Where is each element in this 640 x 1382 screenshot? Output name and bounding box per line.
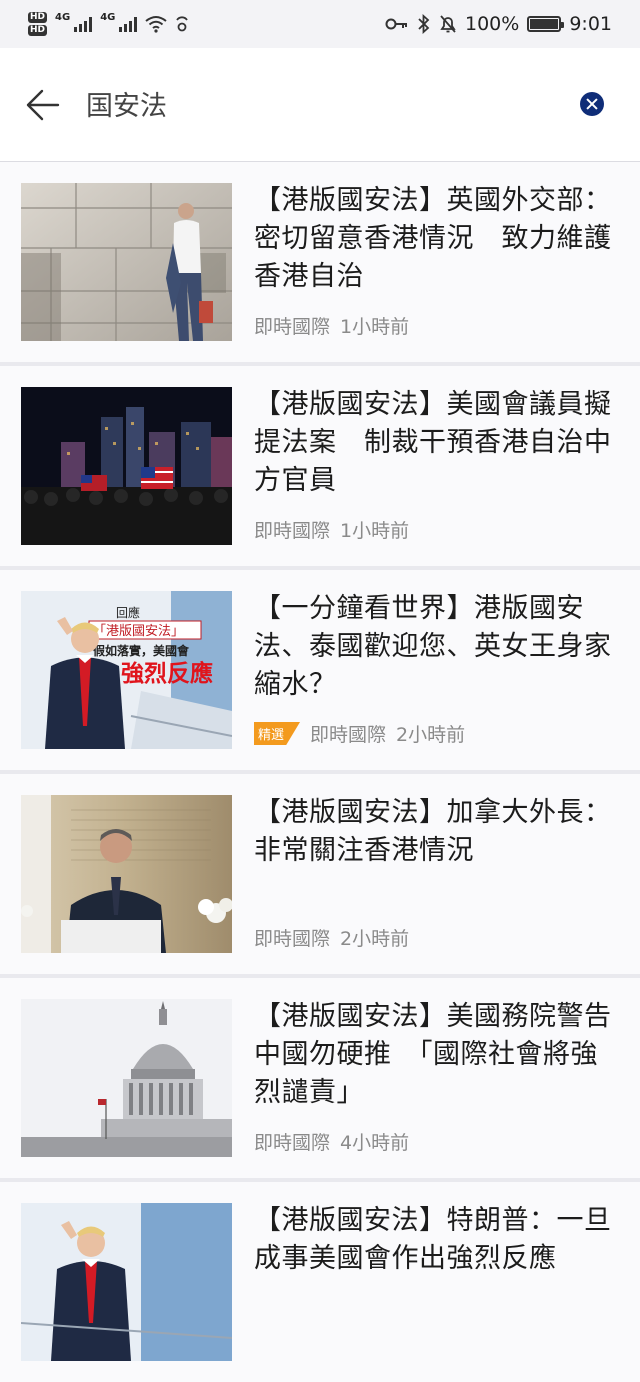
mute-bell-icon — [440, 15, 456, 33]
list-item[interactable]: 回應 「港版國安法」 假如落實，美國會 強烈反應 【一分鐘看世界】港版國安法、泰… — [0, 570, 640, 770]
article-thumbnail — [21, 999, 232, 1157]
thumb-caption: 「港版國安法」 — [93, 624, 184, 639]
thumb-caption: 強烈反應 — [121, 660, 213, 687]
list-item[interactable]: 【港版國安法】加拿大外長：非常關注香港情況 即時國際 2小時前 — [0, 774, 640, 974]
article-meta: 精選 即時國際 2小時前 — [254, 720, 465, 747]
article-meta: 即時國際 2小時前 — [254, 924, 409, 951]
clock: 9:01 — [569, 13, 612, 35]
article-thumbnail — [21, 183, 232, 341]
news-graphic-photo: 回應 「港版國安法」 假如落實，美國會 強烈反應 — [21, 591, 232, 749]
article-thumbnail — [21, 387, 232, 545]
search-input[interactable]: 国安法 — [86, 84, 167, 123]
article-title[interactable]: 【港版國安法】英國外交部：密切留意香港情況 致力維護香港自治 — [254, 182, 620, 296]
article-title[interactable]: 【港版國安法】美國會議員擬提法案 制裁干預香港自治中方官員 — [254, 386, 620, 500]
article-category: 即時國際 — [310, 724, 387, 746]
wifi-icon — [145, 16, 167, 33]
status-right: 100% 9:01 — [385, 13, 612, 35]
battery-icon — [527, 16, 565, 32]
list-item[interactable]: 【港版國安法】美國務院警告中國勿硬推 「國際社會將強烈譴責」 即時國際 4小時前 — [0, 978, 640, 1178]
article-category: 即時國際 — [254, 520, 331, 542]
signal-icon-2 — [119, 16, 138, 32]
article-time: 4小時前 — [340, 1132, 410, 1154]
article-thumbnail — [21, 1203, 232, 1361]
article-time: 2小時前 — [396, 724, 466, 746]
nfc-icon — [176, 16, 189, 32]
list-item[interactable]: 【港版國安法】英國外交部：密切留意香港情況 致力維護香港自治 即時國際 1小時前 — [0, 162, 640, 362]
network-label-1: 4G — [55, 12, 71, 23]
bluetooth-icon — [418, 14, 430, 34]
article-thumbnail: 回應 「港版國安法」 假如落實，美國會 強烈反應 — [21, 591, 232, 749]
key-icon — [385, 18, 407, 30]
speaker-photo — [21, 1203, 232, 1361]
article-thumbnail — [21, 795, 232, 953]
article-time: 1小時前 — [340, 316, 410, 338]
status-left: HD HD 4G 4G — [28, 12, 189, 36]
thumb-caption: 假如落實，美國會 — [93, 643, 190, 658]
article-title[interactable]: 【港版國安法】美國務院警告中國勿硬推 「國際社會將強烈譴責」 — [254, 998, 620, 1112]
capitol-photo — [21, 999, 232, 1157]
signal-icon — [74, 16, 93, 32]
search-header: 国安法 — [0, 48, 640, 162]
article-title[interactable]: 【一分鐘看世界】港版國安法、泰國歡迎您、英女王身家縮水？ — [254, 590, 620, 704]
stone-building-photo — [21, 183, 232, 341]
back-arrow-icon[interactable] — [24, 86, 62, 124]
featured-badge: 精選 — [254, 722, 301, 745]
article-meta: 即時國際 1小時前 — [254, 312, 409, 339]
article-time: 2小時前 — [340, 928, 410, 950]
thumb-caption: 回應 — [116, 605, 140, 620]
status-bar: HD HD 4G 4G 100% 9:01 — [0, 0, 640, 48]
article-meta: 即時國際 1小時前 — [254, 516, 409, 543]
article-category: 即時國際 — [254, 928, 331, 950]
article-meta: 即時國際 4小時前 — [254, 1128, 409, 1155]
network-label-2: 4G — [100, 12, 116, 23]
article-time: 1小時前 — [340, 520, 410, 542]
list-item[interactable]: 【港版國安法】特朗普：一旦成事美國會作出強烈反應 — [0, 1182, 640, 1382]
list-item[interactable]: 【港版國安法】美國會議員擬提法案 制裁干預香港自治中方官員 即時國際 1小時前 — [0, 366, 640, 566]
minister-photo — [21, 795, 232, 953]
article-title[interactable]: 【港版國安法】加拿大外長：非常關注香港情況 — [254, 794, 620, 870]
article-title[interactable]: 【港版國安法】特朗普：一旦成事美國會作出強烈反應 — [254, 1202, 620, 1278]
hd-icon: HD HD — [28, 12, 48, 36]
clear-search-icon[interactable] — [580, 92, 604, 116]
battery-percent: 100% — [465, 13, 520, 35]
article-category: 即時國際 — [254, 1132, 331, 1154]
article-category: 即時國際 — [254, 316, 331, 338]
night-rally-photo — [21, 387, 232, 545]
